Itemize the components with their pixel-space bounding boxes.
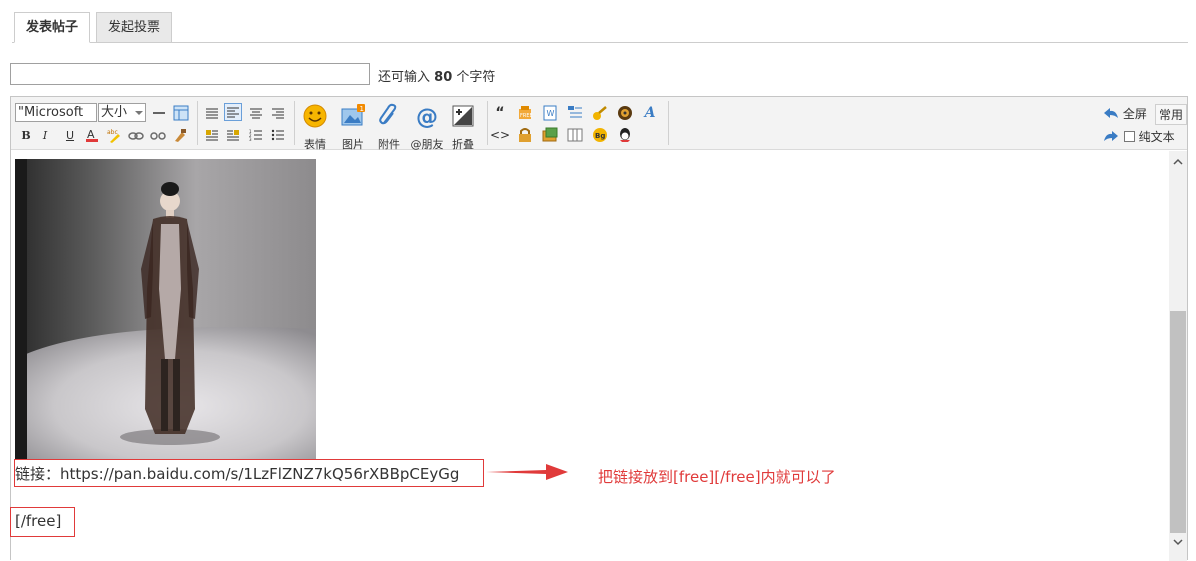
table-icon[interactable] bbox=[172, 104, 190, 122]
font-family-value: "Microsoft bbox=[18, 105, 84, 120]
rich-text-editor: "Microsoft 大小 B I U A abc 1 2 3 表情 1 图片 … bbox=[10, 96, 1188, 561]
align-left-icon[interactable] bbox=[224, 103, 242, 121]
collapse-icon bbox=[452, 105, 474, 127]
fullscreen-label: 全屏 bbox=[1122, 107, 1147, 121]
char-counter: 还可输入 80 个字符 bbox=[378, 66, 495, 85]
tab-new-poll[interactable]: 发起投票 bbox=[96, 12, 173, 43]
svg-text:W: W bbox=[547, 109, 555, 118]
columns-icon[interactable] bbox=[566, 126, 584, 144]
at-icon: @ bbox=[416, 105, 438, 130]
attachment-button[interactable]: 附件 bbox=[369, 103, 409, 151]
font-color-icon[interactable]: A bbox=[83, 126, 101, 144]
font-family-select[interactable]: "Microsoft bbox=[15, 103, 97, 122]
indent-icon[interactable] bbox=[203, 104, 221, 122]
at-friend-button[interactable]: @ @朋友 bbox=[407, 103, 447, 151]
image-label: 图片 bbox=[342, 138, 364, 151]
flash-icon[interactable] bbox=[541, 126, 559, 144]
italic-icon[interactable]: I bbox=[36, 126, 54, 144]
fullscreen-button[interactable]: 全屏 bbox=[1103, 105, 1147, 122]
link-highlight-box bbox=[14, 459, 484, 487]
ordered-list-icon[interactable]: 123 bbox=[247, 126, 265, 144]
bold-icon[interactable]: B bbox=[17, 126, 35, 144]
plain-text-label: 纯文本 bbox=[1138, 130, 1175, 144]
underline-icon[interactable]: U bbox=[61, 126, 79, 144]
align-center-icon[interactable] bbox=[247, 104, 265, 122]
page-icon[interactable]: W bbox=[541, 104, 559, 122]
svg-text:1: 1 bbox=[360, 105, 364, 113]
image-button[interactable]: 1 图片 bbox=[333, 103, 373, 151]
collapse-label: 折叠 bbox=[452, 138, 474, 151]
common-button[interactable]: 常用 bbox=[1155, 104, 1188, 125]
code-icon[interactable]: <> bbox=[490, 126, 510, 144]
attachment-label: 附件 bbox=[378, 138, 400, 151]
svg-text:@: @ bbox=[416, 105, 438, 129]
editor-scrollbar[interactable] bbox=[1169, 151, 1187, 561]
editor-content[interactable]: 链接：https://pan.baidu.com/s/1LzFlZNZ7kQ56… bbox=[11, 151, 1169, 561]
subject-input[interactable] bbox=[10, 63, 370, 85]
unlink-icon[interactable] bbox=[149, 126, 167, 144]
scrollbar-thumb[interactable] bbox=[1170, 311, 1186, 533]
free-icon[interactable]: FREE bbox=[516, 104, 534, 122]
tab-new-post[interactable]: 发表帖子 bbox=[14, 12, 91, 43]
counter-suffix: 个字符 bbox=[456, 70, 496, 85]
link-icon[interactable] bbox=[127, 126, 145, 144]
annotation-arrow-icon bbox=[486, 464, 568, 480]
plain-text-checkbox[interactable] bbox=[1123, 131, 1135, 142]
undo-icon bbox=[1104, 108, 1118, 118]
password-icon[interactable] bbox=[591, 104, 609, 122]
font-size-select[interactable]: 大小 bbox=[98, 103, 146, 122]
emoticon-button[interactable]: 表情 bbox=[295, 103, 335, 151]
font-size-value: 大小 bbox=[101, 105, 128, 120]
float-right-icon[interactable] bbox=[224, 126, 242, 144]
svg-text:3: 3 bbox=[249, 137, 252, 141]
media-icon[interactable] bbox=[616, 104, 634, 122]
hide-icon[interactable] bbox=[516, 126, 534, 144]
collapse-button[interactable]: 折叠 bbox=[443, 103, 483, 151]
embedded-photo bbox=[15, 159, 316, 459]
font-style-icon[interactable]: A bbox=[641, 104, 659, 122]
align-right-icon[interactable] bbox=[269, 104, 287, 122]
emoticon-label: 表情 bbox=[304, 138, 326, 151]
svg-text:FREE: FREE bbox=[520, 113, 533, 119]
index-icon[interactable] bbox=[566, 104, 584, 122]
clear-format-icon[interactable] bbox=[171, 126, 189, 144]
at-friend-label: @朋友 bbox=[410, 138, 444, 151]
counter-prefix: 还可输入 bbox=[378, 70, 431, 85]
image-icon: 1 bbox=[341, 104, 365, 126]
hr-icon[interactable] bbox=[150, 104, 168, 122]
free-highlight-box bbox=[10, 507, 75, 537]
svg-text:Bg: Bg bbox=[595, 132, 605, 140]
counter-number: 80 bbox=[434, 70, 453, 85]
scroll-down-icon[interactable] bbox=[1172, 537, 1184, 547]
quote-icon[interactable]: “ bbox=[491, 104, 509, 122]
unordered-list-icon[interactable] bbox=[269, 126, 287, 144]
background-icon[interactable]: Bg bbox=[591, 126, 609, 144]
scroll-up-icon[interactable] bbox=[1172, 157, 1184, 167]
post-tabs: 发表帖子 发起投票 bbox=[12, 12, 1188, 43]
float-left-icon[interactable] bbox=[203, 126, 221, 144]
attachment-icon bbox=[379, 103, 397, 125]
annotation-note: 把链接放到[free][/free]内就可以了 bbox=[598, 468, 836, 486]
background-color-icon[interactable]: abc bbox=[105, 126, 123, 144]
qq-icon[interactable] bbox=[616, 126, 634, 144]
chevron-down-icon bbox=[135, 111, 143, 115]
emoticon-icon bbox=[303, 104, 327, 128]
editor-toolbar: "Microsoft 大小 B I U A abc 1 2 3 表情 1 图片 … bbox=[11, 97, 1188, 151]
svg-text:abc: abc bbox=[107, 129, 118, 136]
plain-text-toggle[interactable]: 纯文本 bbox=[1103, 128, 1175, 145]
redo-icon bbox=[1104, 131, 1118, 141]
